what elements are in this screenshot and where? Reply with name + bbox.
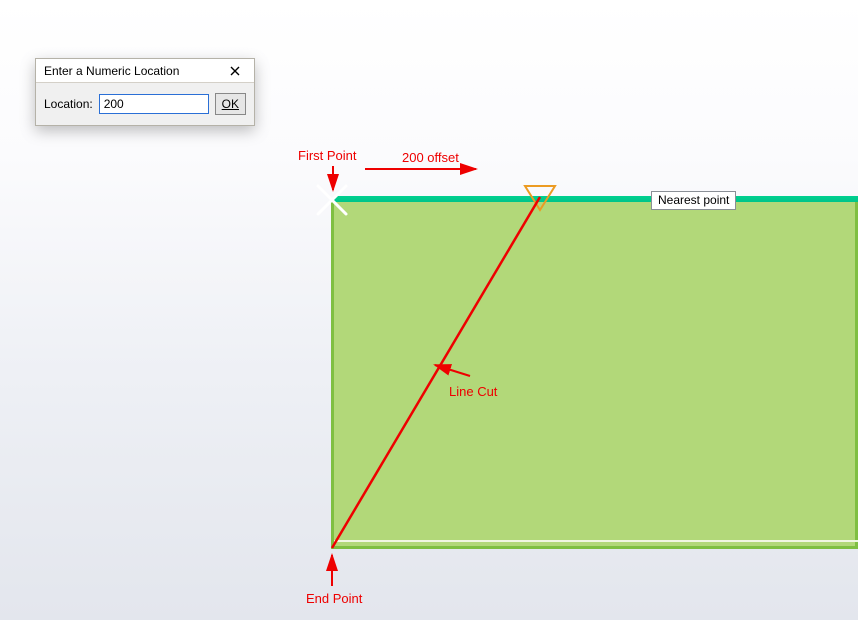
nearest-point-tooltip: Nearest point (651, 191, 736, 210)
location-label: Location: (44, 97, 93, 111)
location-input[interactable] (99, 94, 209, 114)
ok-button[interactable]: OK (215, 93, 246, 115)
linecut-callout-arrow (435, 365, 470, 376)
offset-label: 200 offset (402, 150, 459, 165)
dialog-body: Location: OK (36, 83, 254, 125)
numeric-location-dialog: Enter a Numeric Location Location: OK (35, 58, 255, 126)
endpoint-label: End Point (306, 591, 362, 606)
close-icon[interactable] (220, 61, 250, 81)
line-cut (332, 197, 540, 548)
dialog-title: Enter a Numeric Location (44, 64, 179, 78)
dialog-titlebar[interactable]: Enter a Numeric Location (36, 59, 254, 83)
first-point-x-marker (318, 186, 346, 214)
linecut-label: Line Cut (449, 384, 497, 399)
first-point-label: First Point (298, 148, 357, 163)
